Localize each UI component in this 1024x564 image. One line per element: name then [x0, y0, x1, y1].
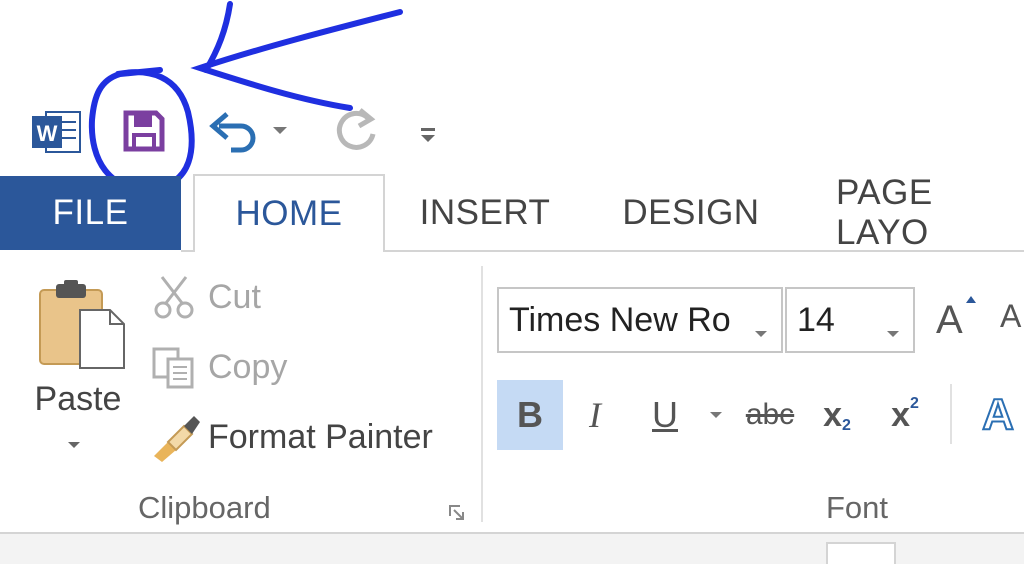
shrink-font-button[interactable]: A	[1000, 298, 1024, 348]
paste-dropdown[interactable]	[64, 438, 88, 454]
tab-divider	[383, 250, 1024, 252]
clipboard-dialog-launcher[interactable]	[446, 502, 470, 526]
font-size-dropdown[interactable]	[883, 311, 903, 350]
font-name-value: Times New Ro	[509, 300, 731, 339]
chevron-down-icon	[887, 331, 899, 337]
bold-button[interactable]: B	[497, 380, 563, 450]
underline-button[interactable]: U	[640, 380, 690, 450]
font-size-value: 14	[797, 300, 835, 339]
italic-button[interactable]: I	[570, 380, 620, 450]
tab-design[interactable]: DESIGN	[612, 176, 770, 250]
superscript-base: x	[891, 395, 910, 434]
arrow-up-icon	[966, 296, 976, 303]
strikethrough-glyph: abc	[745, 398, 795, 431]
bold-glyph: B	[517, 394, 543, 435]
underline-glyph: U	[652, 394, 678, 435]
annotation-circle	[88, 67, 195, 192]
font-name-combobox[interactable]: Times New Ro	[497, 287, 783, 353]
text-effects-glyph: A	[981, 389, 1015, 440]
italic-glyph: I	[589, 395, 601, 435]
tab-page-layout[interactable]: PAGE LAYO	[836, 176, 1024, 250]
format-painter-button[interactable]: Format Painter	[150, 412, 433, 462]
subscript-button[interactable]: x2	[812, 380, 862, 450]
chevron-down-icon	[68, 442, 80, 448]
cut-label: Cut	[208, 277, 261, 316]
chevron-down-icon	[710, 412, 722, 418]
clipboard-icon	[39, 280, 125, 369]
copy-button[interactable]: Copy	[150, 342, 287, 392]
text-effects-button[interactable]: A	[972, 380, 1024, 450]
grow-font-glyph: A	[936, 298, 963, 342]
clipboard-group-label: Clipboard	[138, 490, 271, 525]
underline-dropdown[interactable]	[704, 380, 728, 450]
grow-font-button[interactable]: A	[932, 290, 982, 346]
ruler-marker	[826, 542, 896, 564]
paste-button[interactable]	[30, 276, 130, 376]
group-separator	[481, 266, 483, 522]
dialog-launcher-icon	[449, 505, 464, 520]
scissors-icon	[154, 276, 194, 319]
shrink-font-glyph: A	[1000, 298, 1022, 334]
tab-divider	[181, 250, 193, 252]
format-painter-label: Format Painter	[208, 417, 433, 456]
font-group-label: Font	[826, 490, 889, 525]
chevron-down-icon	[755, 331, 767, 337]
cut-button[interactable]: Cut	[150, 272, 261, 322]
tab-home[interactable]: HOME	[193, 174, 385, 252]
subscript-mark: 2	[842, 417, 851, 434]
tab-insert[interactable]: INSERT	[410, 176, 560, 250]
superscript-button[interactable]: x2	[880, 380, 930, 450]
paste-label[interactable]: Paste	[30, 380, 126, 419]
font-name-dropdown[interactable]	[751, 311, 771, 350]
paintbrush-icon	[154, 416, 200, 462]
subscript-base: x	[823, 395, 842, 434]
font-size-combobox[interactable]: 14	[785, 287, 915, 353]
tab-file[interactable]: FILE	[0, 176, 181, 250]
strikethrough-button[interactable]: abc	[742, 380, 798, 450]
copy-icon	[152, 347, 194, 389]
button-separator	[950, 384, 952, 444]
superscript-mark: 2	[910, 395, 919, 412]
annotation-arrow	[190, 9, 403, 111]
copy-label: Copy	[208, 347, 288, 386]
